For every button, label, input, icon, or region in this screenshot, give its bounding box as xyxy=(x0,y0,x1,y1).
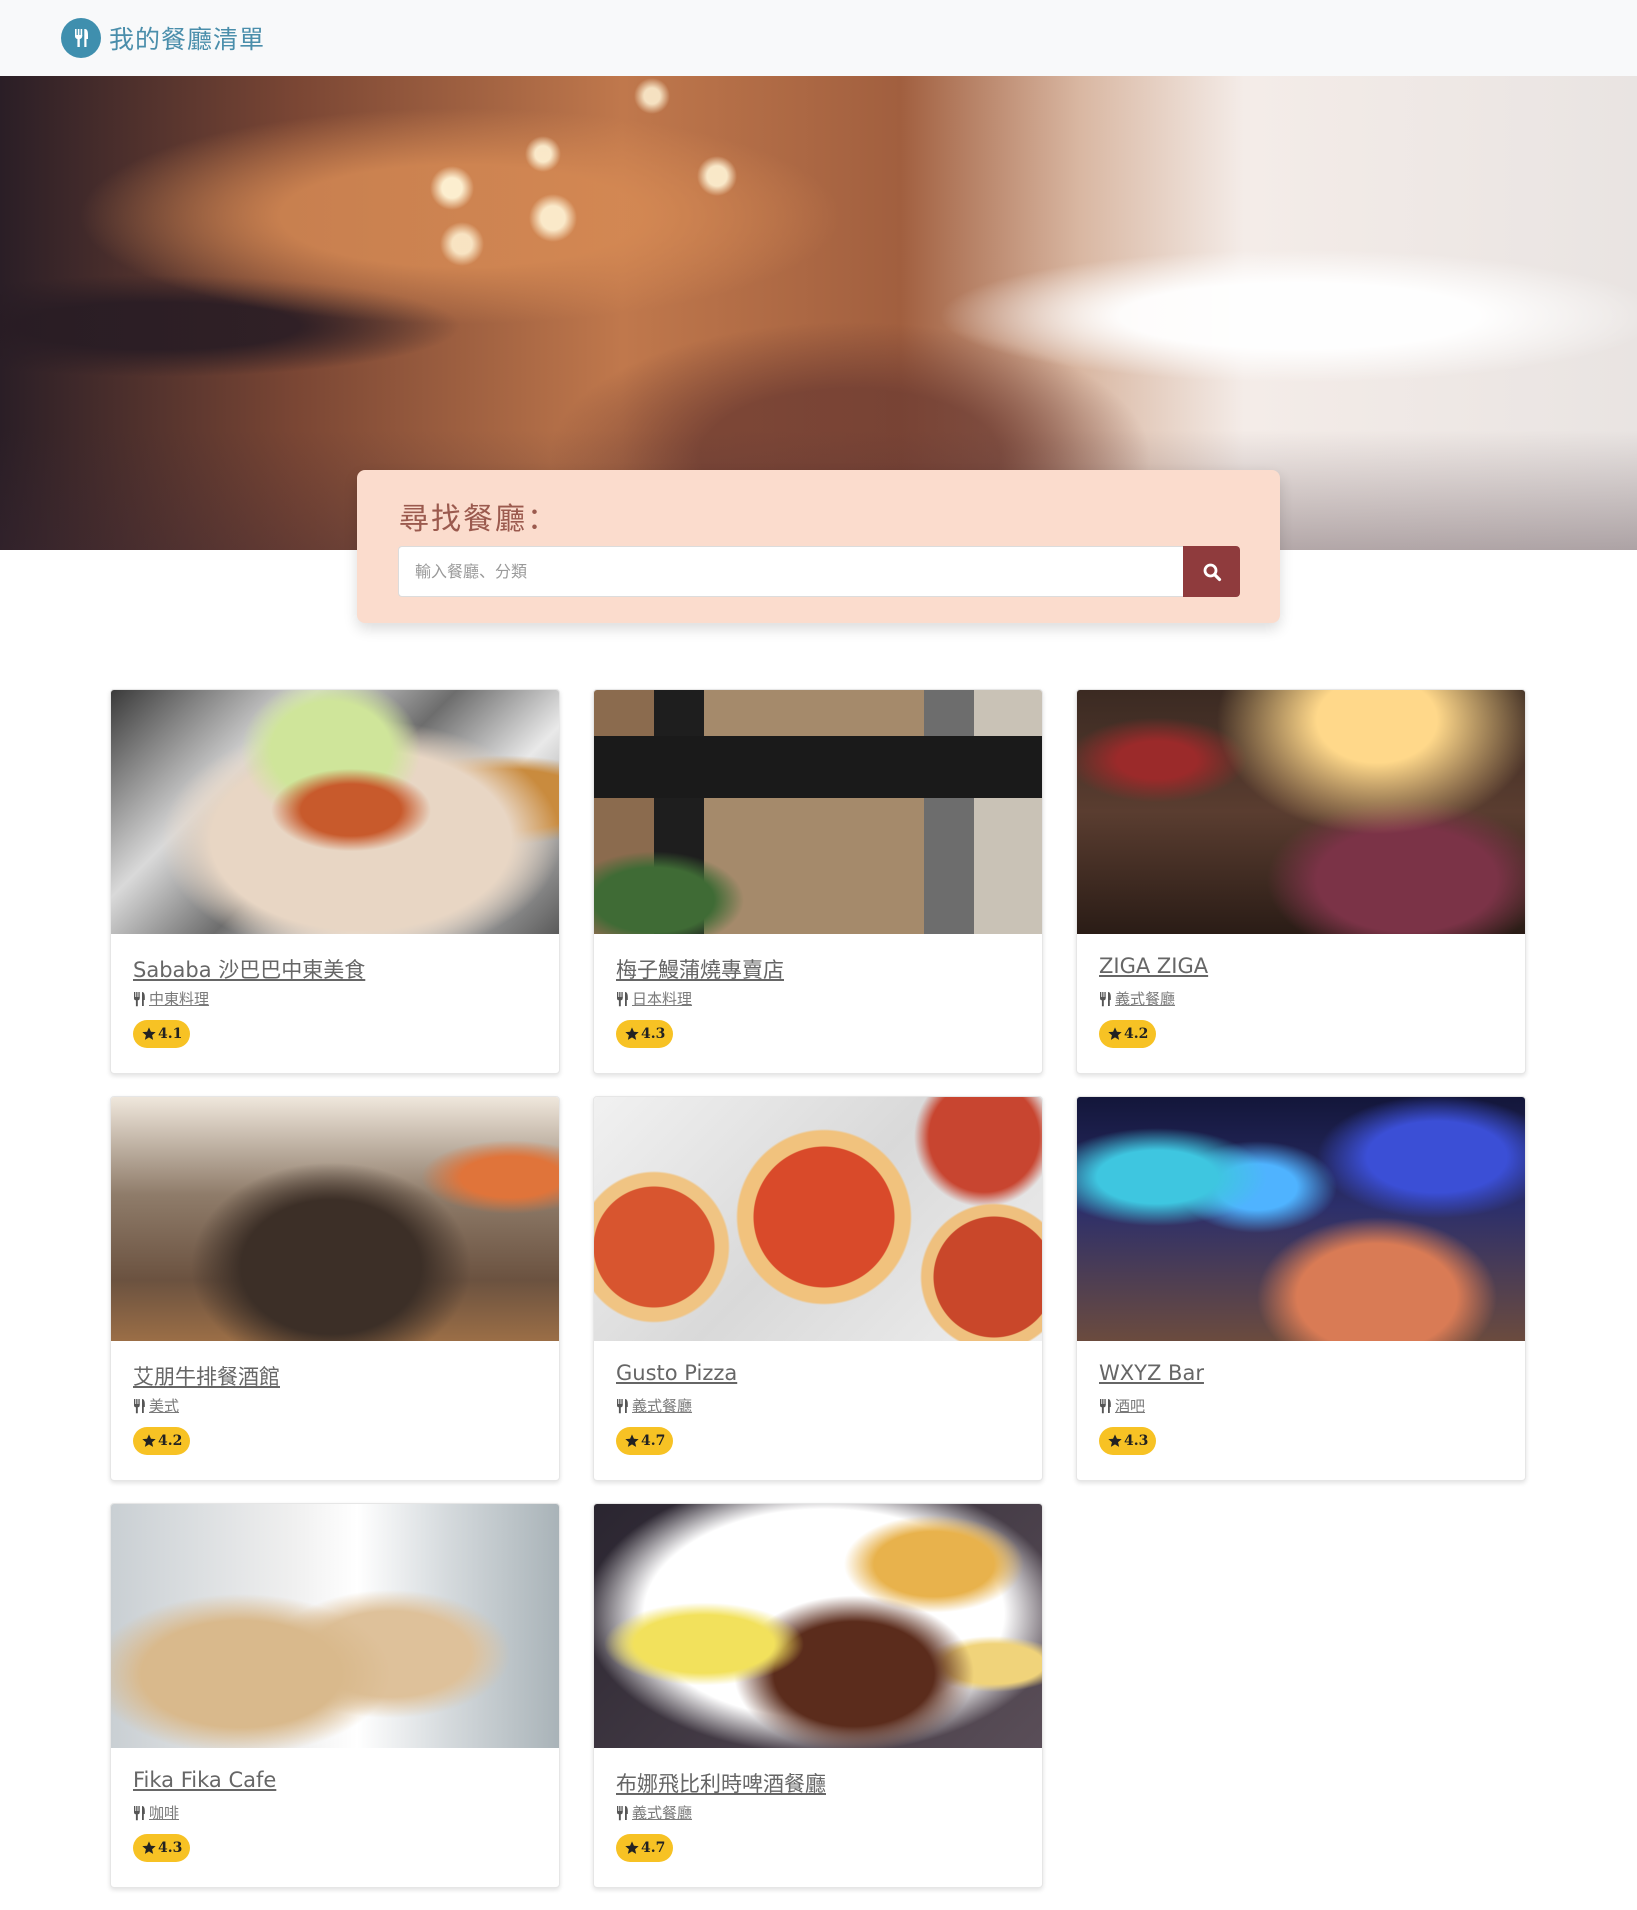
utensils-icon xyxy=(1100,1398,1111,1413)
search-title: 尋找餐廳： xyxy=(399,502,559,537)
rating-badge: 4.3 xyxy=(616,1020,674,1048)
utensils-icon xyxy=(617,1805,628,1820)
utensils-icon xyxy=(134,1398,145,1413)
category-label: 中東料理 xyxy=(149,990,210,1008)
restaurant-category: 義式餐廳 xyxy=(616,1395,692,1416)
restaurant-image[interactable] xyxy=(111,1097,559,1341)
restaurant-image[interactable] xyxy=(594,1097,1042,1341)
restaurant-image[interactable] xyxy=(1077,690,1525,934)
restaurant-image[interactable] xyxy=(1077,1097,1525,1341)
category-label: 義式餐廳 xyxy=(632,1804,693,1822)
restaurant-name[interactable]: Gusto Pizza xyxy=(616,1361,737,1385)
restaurant-card[interactable]: WXYZ Bar 酒吧 4.3 xyxy=(1076,1096,1526,1481)
star-icon xyxy=(142,1027,156,1040)
star-icon xyxy=(142,1841,156,1854)
category-label: 咖啡 xyxy=(149,1804,180,1822)
category-label: 義式餐廳 xyxy=(1115,990,1176,1008)
restaurant-card[interactable]: Gusto Pizza 義式餐廳 4.7 xyxy=(593,1096,1043,1481)
restaurant-name[interactable]: WXYZ Bar xyxy=(1099,1361,1204,1385)
star-icon xyxy=(1108,1434,1122,1447)
star-icon xyxy=(625,1841,639,1854)
navbar: 我的餐廳清單 xyxy=(0,0,1637,76)
restaurant-category: 義式餐廳 xyxy=(616,1802,692,1823)
rating-value: 4.1 xyxy=(158,1026,183,1042)
restaurant-name[interactable]: 梅子鰻蒲燒專賣店 xyxy=(616,954,784,984)
search-input[interactable] xyxy=(398,546,1187,597)
restaurant-name[interactable]: Sababa 沙巴巴中東美食 xyxy=(133,954,365,984)
rating-value: 4.7 xyxy=(641,1840,666,1856)
restaurant-card[interactable]: ZIGA ZIGA 義式餐廳 4.2 xyxy=(1076,689,1526,1074)
restaurant-image[interactable] xyxy=(594,1504,1042,1748)
restaurant-card[interactable]: 布娜飛比利時啤酒餐廳 義式餐廳 4.7 xyxy=(593,1503,1043,1888)
rating-value: 4.2 xyxy=(158,1433,183,1449)
restaurant-image[interactable] xyxy=(111,1504,559,1748)
rating-badge: 4.3 xyxy=(133,1834,191,1862)
utensils-icon xyxy=(134,991,145,1006)
restaurant-card[interactable]: Fika Fika Cafe 咖啡 4.3 xyxy=(110,1503,560,1888)
rating-badge: 4.7 xyxy=(616,1427,674,1455)
restaurant-category: 中東料理 xyxy=(133,988,209,1009)
rating-value: 4.3 xyxy=(641,1026,666,1042)
utensils-icon xyxy=(617,1398,628,1413)
restaurant-category: 美式 xyxy=(133,1395,179,1416)
restaurant-name[interactable]: 艾朋牛排餐酒館 xyxy=(133,1361,280,1391)
restaurant-category: 咖啡 xyxy=(133,1802,179,1823)
restaurant-card[interactable]: 艾朋牛排餐酒館 美式 4.2 xyxy=(110,1096,560,1481)
search-panel: 尋找餐廳： xyxy=(357,470,1280,623)
restaurant-name[interactable]: 布娜飛比利時啤酒餐廳 xyxy=(616,1768,826,1798)
utensils-icon xyxy=(617,991,628,1006)
star-icon xyxy=(1108,1027,1122,1040)
restaurant-category: 酒吧 xyxy=(1099,1395,1145,1416)
category-label: 日本料理 xyxy=(632,990,693,1008)
restaurant-image[interactable] xyxy=(111,690,559,934)
rating-value: 4.7 xyxy=(641,1433,666,1449)
rating-value: 4.3 xyxy=(1124,1433,1149,1449)
restaurant-category: 日本料理 xyxy=(616,988,692,1009)
restaurant-card[interactable]: 梅子鰻蒲燒專賣店 日本料理 4.3 xyxy=(593,689,1043,1074)
rating-value: 4.2 xyxy=(1124,1026,1149,1042)
category-label: 義式餐廳 xyxy=(632,1397,693,1415)
category-label: 美式 xyxy=(149,1397,180,1415)
rating-badge: 4.2 xyxy=(1099,1020,1157,1048)
rating-badge: 4.3 xyxy=(1099,1427,1157,1455)
rating-badge: 4.2 xyxy=(133,1427,191,1455)
restaurant-name[interactable]: ZIGA ZIGA xyxy=(1099,954,1208,978)
restaurant-name[interactable]: Fika Fika Cafe xyxy=(133,1768,276,1792)
rating-badge: 4.1 xyxy=(133,1020,191,1048)
restaurant-card[interactable]: Sababa 沙巴巴中東美食 中東料理 4.1 xyxy=(110,689,560,1074)
star-icon xyxy=(625,1434,639,1447)
search-icon xyxy=(1203,563,1221,581)
restaurant-category: 義式餐廳 xyxy=(1099,988,1175,1009)
brand-title: 我的餐廳清單 xyxy=(109,25,266,54)
restaurant-image[interactable] xyxy=(594,690,1042,934)
brand-link[interactable]: 我的餐廳清單 xyxy=(61,18,265,58)
utensils-icon xyxy=(1100,991,1111,1006)
search-button[interactable] xyxy=(1183,546,1240,597)
utensils-icon xyxy=(134,1805,145,1820)
rating-badge: 4.7 xyxy=(616,1834,674,1862)
star-icon xyxy=(142,1434,156,1447)
utensils-icon xyxy=(61,18,101,58)
rating-value: 4.3 xyxy=(158,1840,183,1856)
star-icon xyxy=(625,1027,639,1040)
category-label: 酒吧 xyxy=(1115,1397,1146,1415)
